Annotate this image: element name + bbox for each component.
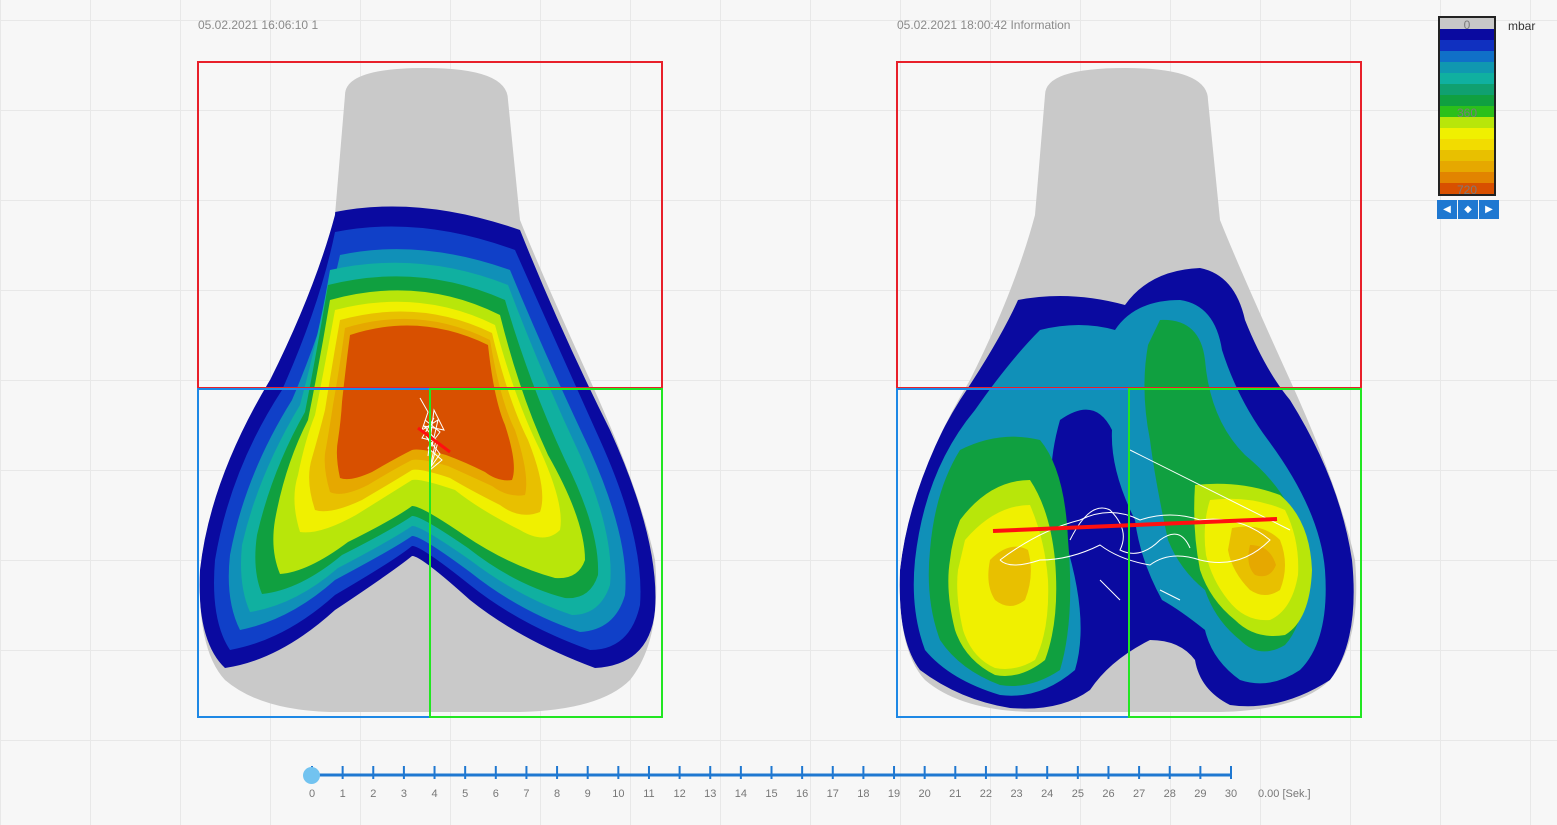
timeline-tick-label: 13 — [704, 788, 717, 800]
timeline-tick-label: 26 — [1102, 788, 1115, 800]
timeline-tick-label: 10 — [612, 788, 625, 800]
timeline-tick-label: 24 — [1041, 788, 1054, 800]
timeline-tick-label: 7 — [523, 788, 530, 800]
timeline-tick-label: 0 — [308, 788, 316, 800]
timeline-tick-label: 21 — [949, 788, 962, 800]
timeline-tick-label: 28 — [1163, 788, 1176, 800]
timeline-tick-label: 30 — [1224, 788, 1238, 800]
timeline-tick-label: 4 — [431, 788, 438, 800]
timeline-tick-label: 8 — [554, 788, 561, 800]
timeline-tick-label: 11 — [643, 788, 655, 800]
timeline-tick-label: 9 — [584, 788, 591, 800]
timeline-tick-label: 22 — [979, 788, 993, 800]
timeline-tick-label: 12 — [673, 788, 686, 800]
playback-timeline: 0 1 2 3 4 5 6 7 8 9 10 11 12 13 14 15 16 17 18 19 20 21 22 23 24… — [0, 0, 1557, 825]
timeline-tick-label: 17 — [826, 788, 839, 800]
timeline-tick-label: 6 — [492, 788, 499, 800]
timeline-tick-label: 29 — [1194, 788, 1207, 800]
timeline-tick-label: 27 — [1132, 788, 1146, 800]
timeline-tick-label: 25 — [1071, 788, 1084, 800]
timeline-tick-label: 14 — [734, 788, 747, 800]
time-readout: 0.00 [Sek.] — [1258, 788, 1311, 800]
timeline-tick-label: 3 — [400, 788, 407, 800]
timeline-scrubber-handle[interactable] — [303, 767, 320, 784]
timeline-tick-label: 1 — [339, 788, 346, 800]
timeline-track[interactable] — [0, 0, 1557, 825]
timeline-tick-label: 19 — [887, 788, 901, 800]
timeline-tick-label: 15 — [765, 788, 778, 800]
timeline-tick-label: 18 — [857, 788, 870, 800]
timeline-tick-label: 2 — [370, 788, 377, 800]
timeline-tick-label: 20 — [918, 788, 931, 800]
timeline-tick-label: 16 — [796, 788, 809, 800]
timeline-tick-label: 5 — [462, 788, 469, 800]
timeline-tick-label: 23 — [1010, 788, 1023, 800]
